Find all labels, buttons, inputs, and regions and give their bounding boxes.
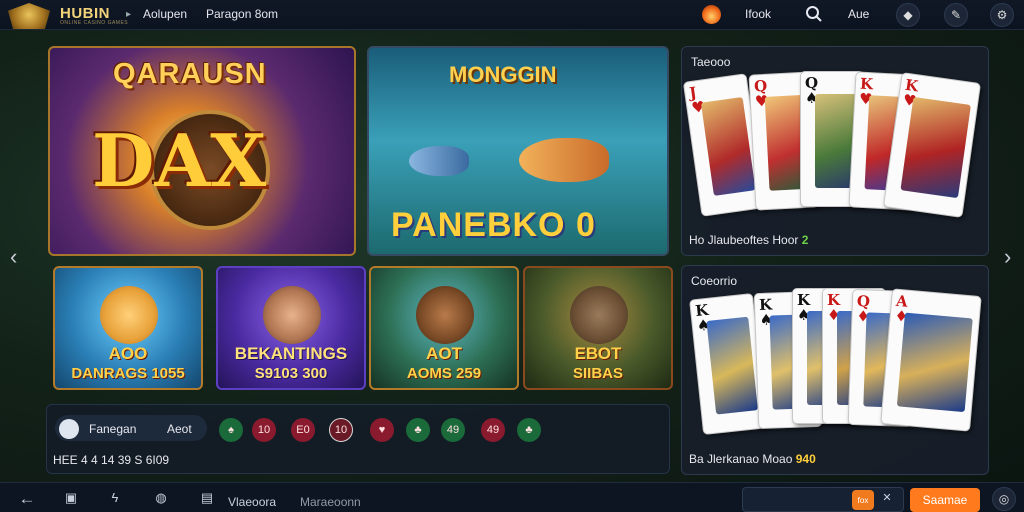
- card-panel-1[interactable]: Taeooo J ♥ Q ♥ Q ♠ K ♥ K ♥ Ho Jlaubeoftes Hoo…: [681, 46, 989, 256]
- game-tile-4[interactable]: ЕВОТ SIIBAS: [523, 266, 673, 390]
- edit-icon[interactable]: ✎: [944, 3, 968, 27]
- panel-footer: Ba Jlerkanao Moao 940: [689, 452, 816, 466]
- chip-heart[interactable]: ♥: [370, 418, 394, 442]
- panel-title: Taeooo: [691, 55, 731, 69]
- fish-icon: [519, 138, 609, 182]
- game-tile-3[interactable]: AOT AOMS 259: [369, 266, 519, 390]
- game-tile-title: AOO: [108, 344, 148, 363]
- search-icon[interactable]: [805, 5, 823, 23]
- fire-icon[interactable]: [702, 5, 721, 24]
- featured-top-title: QARAUSN: [113, 58, 267, 90]
- playing-card: A ♦: [880, 288, 982, 432]
- chip-e0[interactable]: E0: [291, 418, 315, 442]
- game-tile-subtitle: S9103 300: [254, 365, 328, 382]
- tab-vlaeoora[interactable]: Vlaeoora: [228, 495, 276, 509]
- fish-icon: [409, 146, 469, 176]
- settings-icon[interactable]: ⚙: [990, 3, 1014, 27]
- gamepad-icon[interactable]: ◍: [152, 490, 170, 508]
- chip-10[interactable]: 10: [252, 418, 276, 442]
- pin-icon[interactable]: ◆: [896, 3, 920, 27]
- nav-link-ifook[interactable]: Ifook: [745, 7, 771, 21]
- help-icon[interactable]: ◎: [992, 487, 1016, 511]
- home-icon[interactable]: ▣: [62, 490, 80, 508]
- character-art-icon: [263, 286, 321, 344]
- currency-badge: fox: [852, 490, 874, 510]
- nav-link-1[interactable]: Aolupen: [143, 7, 187, 21]
- back-arrow-icon[interactable]: ←: [18, 489, 36, 508]
- game-tile-title: AOT: [426, 344, 462, 363]
- panel-footer-text: Ba Jlerkanao Moao: [689, 452, 793, 466]
- panel-amount: 2: [801, 233, 809, 247]
- character-art-icon: [100, 286, 158, 344]
- carousel-prev-icon[interactable]: ‹: [10, 244, 17, 270]
- brand-logo[interactable]: [8, 3, 50, 29]
- nav-link-aue[interactable]: Aue: [848, 7, 869, 21]
- panel-title: Coeorrio: [691, 274, 738, 288]
- chip-club[interactable]: ♣: [406, 418, 430, 442]
- brand-tagline: ONLINE CASINO GAMES: [60, 20, 129, 26]
- character-art-icon: [416, 286, 474, 344]
- avatar: [59, 419, 79, 439]
- game-tile-1[interactable]: AOO DANRAGS 1055: [53, 266, 203, 390]
- playing-card: K ♥: [882, 72, 982, 218]
- chip-49[interactable]: 49: [441, 418, 465, 442]
- panel-amount: 940: [795, 452, 816, 466]
- tab-maraeoonn[interactable]: Maraeoonn: [300, 495, 361, 509]
- panel-footer: Ho Jlaubeoftes Hoor 2: [689, 233, 808, 247]
- game-tile-subtitle: DANRAGS 1055: [71, 365, 185, 382]
- chip-49-b[interactable]: 49: [481, 418, 505, 442]
- featured-top-title: MONGGIN: [449, 62, 557, 87]
- featured-game-dax[interactable]: QARAUSN DAX: [48, 46, 356, 256]
- info-bar: Fanegan Aeot ♠ 10 E0 10 ♥ ♣ 49 49 ♣ HEE …: [46, 404, 670, 474]
- nav-separator-icon: ▸: [126, 9, 132, 20]
- info-line: HEE 4 4 14 39 S 6I09: [53, 453, 170, 467]
- featured-game-fishing[interactable]: MONGGIN PANEBKO 0: [367, 46, 669, 256]
- character-art-icon: [570, 286, 628, 344]
- top-bar: HUBIN ONLINE CASINO GAMES ▸ Aolupen Para…: [0, 0, 1024, 30]
- filter-pill-value: Aeot: [167, 422, 192, 436]
- submit-button[interactable]: Saamae: [910, 488, 980, 512]
- game-tile-title: BEKANTINGS: [234, 344, 348, 363]
- panel-footer-text: Ho Jlaubeoftes Hoor: [689, 233, 799, 247]
- featured-main-title: PANEBKO 0: [391, 206, 596, 244]
- lightning-icon[interactable]: ϟ: [106, 490, 124, 508]
- game-tile-subtitle: AOMS 259: [406, 365, 482, 382]
- game-tile-2[interactable]: BEKANTINGS S9103 300: [216, 266, 366, 390]
- nav-link-2[interactable]: Paragon 8om: [206, 7, 278, 21]
- list-icon[interactable]: ▤: [198, 490, 216, 508]
- card-panel-2[interactable]: Coeorrio K ♠ K ♠ K ♠ K ♦ Q ♦ A ♦ Ba Jlerkanao …: [681, 265, 989, 475]
- game-tile-title: ЕВОТ: [574, 344, 622, 363]
- chip-spade[interactable]: ♠: [219, 418, 243, 442]
- game-tile-subtitle: SIIBAS: [572, 365, 623, 382]
- filter-pill-label: Fanegan: [89, 422, 137, 436]
- carousel-next-icon[interactable]: ›: [1004, 244, 1011, 270]
- close-icon[interactable]: ✕: [878, 491, 896, 509]
- chip-club-b[interactable]: ♣: [517, 418, 541, 442]
- chip-10-b[interactable]: 10: [329, 418, 353, 442]
- featured-main-title: DAX: [92, 118, 267, 203]
